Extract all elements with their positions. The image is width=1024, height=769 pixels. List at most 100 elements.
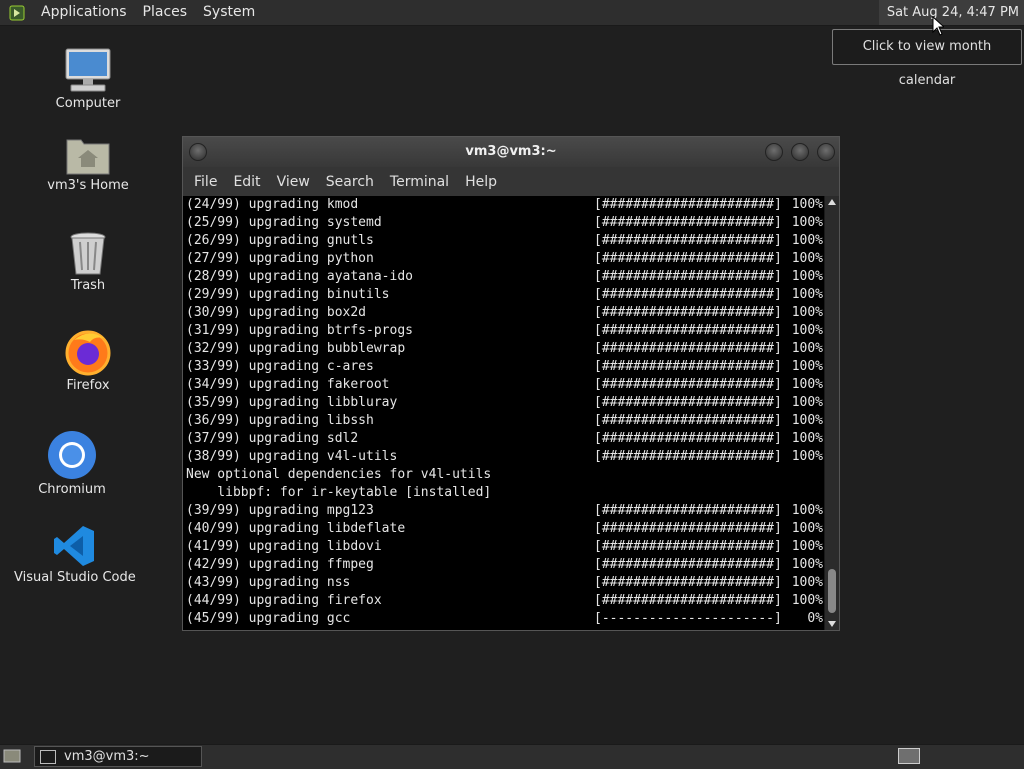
- terminal-line-text: (31/99) upgrading btrfs-progs: [186, 323, 413, 338]
- terminal-line-text: (30/99) upgrading box2d: [186, 305, 367, 320]
- terminal-line-text: (25/99) upgrading systemd: [186, 215, 382, 230]
- terminal-line-text: (43/99) upgrading nss: [186, 575, 351, 590]
- progress-bar-text: [######################]: [594, 197, 782, 212]
- vscode-icon: [14, 518, 134, 568]
- taskbar-terminal-button[interactable]: vm3@vm3:~: [34, 746, 202, 767]
- terminal-output[interactable]: (24/99) upgrading kmod [#################…: [183, 196, 825, 630]
- terminal-line-text: New optional dependencies for v4l-utils: [186, 467, 492, 482]
- scroll-up-icon[interactable]: [828, 199, 836, 205]
- menu-edit[interactable]: Edit: [225, 174, 268, 190]
- progress-percent: 100%: [791, 503, 823, 518]
- window-title: vm3@vm3:~: [465, 144, 557, 159]
- progress-bar-text: [######################]: [594, 449, 782, 464]
- progress-percent: 100%: [791, 431, 823, 446]
- calendar-tooltip: Click to view month calendar: [832, 29, 1022, 88]
- desktop-icon-label: Firefox: [66, 378, 110, 393]
- progress-bar-text: [######################]: [594, 395, 782, 410]
- terminal-line-text: (28/99) upgrading ayatana-ido: [186, 269, 413, 284]
- maximize-button[interactable]: [791, 143, 809, 161]
- show-desktop-icon[interactable]: [3, 748, 21, 764]
- taskbar-window-title: vm3@vm3:~: [64, 749, 150, 764]
- terminal-line: (44/99) upgrading firefox [##############…: [183, 592, 825, 610]
- menu-help[interactable]: Help: [457, 174, 505, 190]
- progress-bar-text: [######################]: [594, 539, 782, 554]
- terminal-line: (43/99) upgrading nss [##################…: [183, 574, 825, 592]
- progress-percent: 100%: [791, 287, 823, 302]
- terminal-line: (35/99) upgrading libbluray [############…: [183, 394, 825, 412]
- progress-percent: 100%: [791, 449, 823, 464]
- terminal-line: (30/99) upgrading box2d [################…: [183, 304, 825, 322]
- desktop-icon-label: Visual Studio Code: [14, 570, 136, 585]
- terminal-icon: [40, 749, 56, 764]
- progress-percent: 100%: [791, 323, 823, 338]
- terminal-line-text: (45/99) upgrading gcc: [186, 611, 351, 626]
- desktop-icon-computer[interactable]: Computer: [48, 44, 128, 111]
- scroll-down-icon[interactable]: [828, 621, 836, 627]
- terminal-line-text: (27/99) upgrading python: [186, 251, 374, 266]
- terminal-line-text: (29/99) upgrading binutils: [186, 287, 390, 302]
- terminal-line: (29/99) upgrading binutils [#############…: [183, 286, 825, 304]
- progress-bar-text: [######################]: [594, 431, 782, 446]
- terminal-line: (25/99) upgrading systemd [##############…: [183, 214, 825, 232]
- terminal-line-text: (24/99) upgrading kmod: [186, 197, 359, 212]
- progress-percent: 100%: [791, 305, 823, 320]
- terminal-line: libbpf: for ir-keytable [installed]: [183, 484, 825, 502]
- progress-percent: 100%: [791, 575, 823, 590]
- desktop-icon-firefox[interactable]: Firefox: [48, 326, 128, 393]
- terminal-line-text: (34/99) upgrading fakeroot: [186, 377, 390, 392]
- terminal-line: (41/99) upgrading libdovi [##############…: [183, 538, 825, 556]
- progress-percent: 100%: [791, 395, 823, 410]
- system-menu[interactable]: System: [195, 0, 263, 25]
- home-folder-icon: [43, 126, 133, 176]
- progress-bar-text: [######################]: [594, 287, 782, 302]
- close-button[interactable]: [817, 143, 835, 161]
- progress-percent: 100%: [791, 233, 823, 248]
- desktop-icon-label: Trash: [70, 278, 106, 293]
- desktop-icon-home[interactable]: vm3's Home: [43, 126, 133, 193]
- menu-search[interactable]: Search: [318, 174, 382, 190]
- progress-bar-text: [######################]: [594, 269, 782, 284]
- progress-bar-text: [######################]: [594, 233, 782, 248]
- applications-menu[interactable]: Applications: [33, 0, 135, 25]
- computer-icon: [48, 44, 128, 94]
- minimize-button[interactable]: [765, 143, 783, 161]
- desktop-icon-vscode[interactable]: Visual Studio Code: [14, 518, 136, 585]
- progress-bar-text: [######################]: [594, 521, 782, 536]
- chromium-icon: [32, 430, 112, 480]
- terminal-line: (38/99) upgrading v4l-utils [############…: [183, 448, 825, 466]
- progress-percent: 100%: [791, 215, 823, 230]
- terminal-line-text: (44/99) upgrading firefox: [186, 593, 382, 608]
- scrollbar-thumb[interactable]: [828, 569, 836, 613]
- desktop-icon-label: Chromium: [38, 482, 106, 497]
- menu-file[interactable]: File: [186, 174, 225, 190]
- menu-view[interactable]: View: [269, 174, 318, 190]
- window-titlebar[interactable]: vm3@vm3:~: [183, 137, 839, 167]
- progress-bar-text: [######################]: [594, 503, 782, 518]
- places-menu[interactable]: Places: [135, 0, 196, 25]
- desktop-icon-chromium[interactable]: Chromium: [32, 430, 112, 497]
- progress-bar-text: [######################]: [594, 575, 782, 590]
- terminal-line-text: (32/99) upgrading bubblewrap: [186, 341, 406, 356]
- terminal-line-text: (38/99) upgrading v4l-utils: [186, 449, 398, 464]
- progress-percent: 100%: [791, 521, 823, 536]
- terminal-line: (45/99) upgrading gcc [------------------…: [183, 610, 825, 628]
- terminal-line: (27/99) upgrading python [###############…: [183, 250, 825, 268]
- workspace-switcher[interactable]: [898, 748, 920, 764]
- terminal-line-text: (42/99) upgrading ffmpeg: [186, 557, 374, 572]
- firefox-icon: [48, 326, 128, 376]
- terminal-scrollbar[interactable]: [824, 196, 839, 630]
- progress-percent: 100%: [791, 197, 823, 212]
- terminal-line: (40/99) upgrading libdeflate [###########…: [183, 520, 825, 538]
- window-menu-button[interactable]: [189, 143, 207, 161]
- desktop-icon-trash[interactable]: Trash: [48, 226, 128, 293]
- terminal-line: (26/99) upgrading gnutls [###############…: [183, 232, 825, 250]
- progress-percent: 100%: [791, 539, 823, 554]
- terminal-line: (33/99) upgrading c-ares [###############…: [183, 358, 825, 376]
- menu-terminal[interactable]: Terminal: [382, 174, 457, 190]
- progress-bar-text: [######################]: [594, 323, 782, 338]
- terminal-line: (39/99) upgrading mpg123 [###############…: [183, 502, 825, 520]
- progress-bar-text: [######################]: [594, 305, 782, 320]
- distro-logo-icon[interactable]: [9, 4, 27, 22]
- progress-bar-text: [######################]: [594, 359, 782, 374]
- clock[interactable]: Sat Aug 24, 4:47 PM: [878, 0, 1024, 25]
